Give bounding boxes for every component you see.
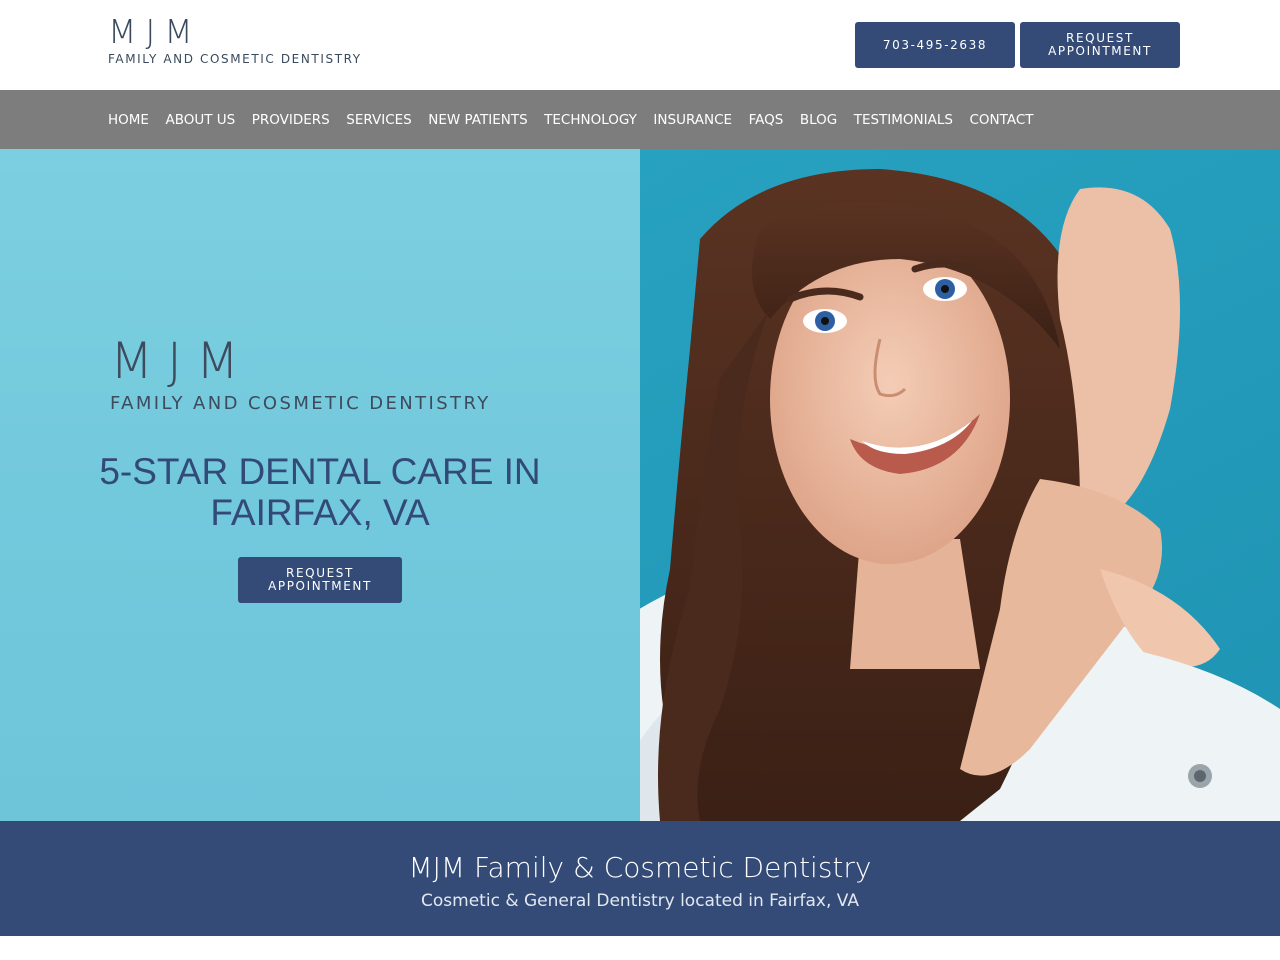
nav-item-home[interactable]: HOME xyxy=(108,112,149,128)
nav-item-services[interactable]: SERVICES xyxy=(346,112,411,128)
nav-item-blog[interactable]: BLOG xyxy=(800,112,837,128)
hero-headline: 5-STAR DENTAL CARE IN FAIRFAX, VA xyxy=(60,451,580,533)
logo-mark: MJM xyxy=(108,12,202,51)
intro-band: MJM Family & Cosmetic Dentistry Cosmetic… xyxy=(0,821,1280,936)
nav-item-new-patients[interactable]: NEW PATIENTS xyxy=(428,112,527,128)
hero-banner: MJM FAMILY AND COSMETIC DENTISTRY 5-STAR… xyxy=(0,149,1280,821)
nav-item-insurance[interactable]: INSURANCE xyxy=(653,112,732,128)
nav-item-about-us[interactable]: ABOUT US xyxy=(165,112,235,128)
request-appointment-button[interactable]: REQUEST APPOINTMENT xyxy=(1020,22,1180,68)
nav-item-contact[interactable]: CONTACT xyxy=(969,112,1033,128)
practice-subheading: Cosmetic & General Dentistry located in … xyxy=(421,891,859,911)
hero-request-label-line2: APPOINTMENT xyxy=(268,579,372,593)
hero-logo: MJM FAMILY AND COSMETIC DENTISTRY xyxy=(110,335,550,414)
phone-button[interactable]: 703-495-2638 xyxy=(855,22,1015,68)
hero-headline-line1: 5-STAR DENTAL CARE IN xyxy=(99,451,541,492)
nav-item-providers[interactable]: PROVIDERS xyxy=(252,112,330,128)
nav-item-testimonials[interactable]: TESTIMONIALS xyxy=(854,112,953,128)
hero-request-appointment-button[interactable]: REQUEST APPOINTMENT xyxy=(238,557,402,603)
logo-tagline: FAMILY AND COSMETIC DENTISTRY xyxy=(108,52,362,66)
main-nav: HOME ABOUT US PROVIDERS SERVICES NEW PAT… xyxy=(0,90,1280,149)
nav-item-faqs[interactable]: FAQS xyxy=(749,112,784,128)
hero-logo-mark: MJM xyxy=(110,332,254,390)
site-logo[interactable]: MJM FAMILY AND COSMETIC DENTISTRY xyxy=(108,14,408,74)
site-header: MJM FAMILY AND COSMETIC DENTISTRY 703-49… xyxy=(0,0,1280,90)
hero-headline-line2: FAIRFAX, VA xyxy=(210,492,430,533)
hero-logo-tagline: FAMILY AND COSMETIC DENTISTRY xyxy=(110,393,491,414)
practice-name-heading: MJM Family & Cosmetic Dentistry xyxy=(408,851,872,884)
nav-item-technology[interactable]: TECHNOLOGY xyxy=(544,112,637,128)
